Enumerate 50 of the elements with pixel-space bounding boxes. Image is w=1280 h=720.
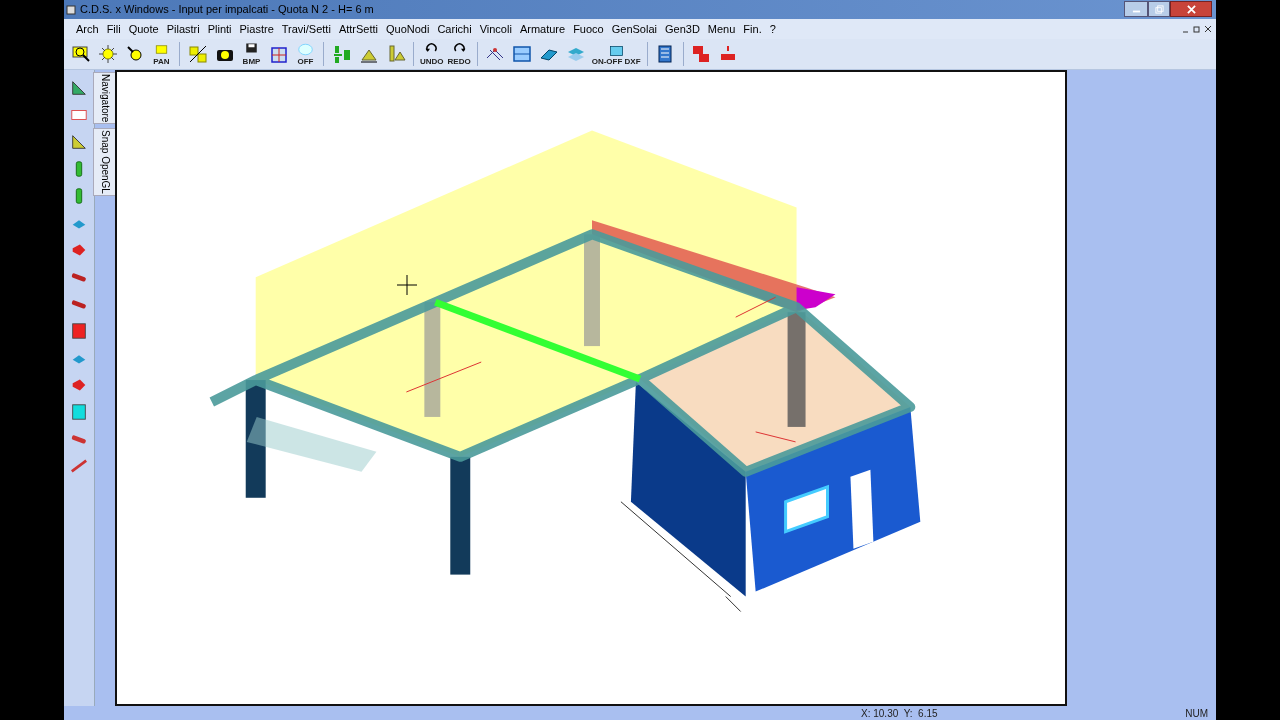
panel-icon [70, 403, 88, 421]
window-title: C.D.S. x Windows - Input per impalcati - Quota N 2 - H= 6 m [80, 2, 374, 18]
cloud-icon [298, 42, 313, 57]
drawing-canvas[interactable] [115, 70, 1067, 706]
menu-item[interactable]: GenSolai [609, 20, 659, 38]
menu-item[interactable]: Plinti [205, 20, 234, 38]
toolbar-button[interactable]: BMP [239, 40, 264, 68]
menu-item[interactable]: Armature [517, 20, 568, 38]
frame-icon [268, 44, 289, 64]
menu-item[interactable]: Vincoli [477, 20, 514, 38]
menu-item[interactable]: Fin. [741, 20, 764, 38]
grid-icon [512, 44, 533, 64]
zoom-window-icon [70, 44, 91, 64]
restore-icon [1154, 4, 1164, 14]
menu-item[interactable]: Gen3D [662, 20, 702, 38]
close-icon[interactable] [1204, 25, 1212, 33]
menu-item[interactable]: QuoNodi [384, 20, 432, 38]
sun-icon [97, 44, 118, 64]
menu-item[interactable]: ? [767, 20, 778, 38]
restore-icon[interactable] [1193, 25, 1201, 33]
minimize-icon [1131, 10, 1141, 13]
menu-item[interactable]: Piastre [237, 20, 276, 38]
menu-item[interactable]: Carichi [435, 20, 474, 38]
minimize-icon[interactable] [1182, 31, 1190, 33]
menu-item[interactable]: Quote [126, 20, 161, 38]
square-icon [70, 322, 88, 340]
menu-item[interactable]: Pilastri [164, 20, 202, 38]
menu-item[interactable]: Menu [705, 20, 738, 38]
menu-item[interactable]: Fili [104, 20, 123, 38]
menu-item[interactable]: Fuoco [571, 20, 606, 38]
toolbar-button[interactable]: OFF [293, 40, 318, 68]
boxes-icon [187, 44, 208, 64]
close-icon [1186, 4, 1196, 14]
menu-item[interactable]: Arch [74, 20, 101, 38]
stacked-boxes-icon [691, 44, 712, 64]
menu-item[interactable]: Travi/Setti [279, 20, 333, 38]
toolbar-button[interactable]: ON-OFF DXF [590, 40, 642, 68]
close-button[interactable] [1170, 1, 1212, 17]
magnifier-icon [124, 44, 145, 64]
menu-item[interactable]: AttrSetti [336, 20, 380, 38]
crosshair-cursor-icon [397, 275, 417, 295]
restore-button[interactable] [1148, 1, 1170, 17]
fraction-icon [331, 44, 352, 64]
coordinates-readout: X: 10.30 Y: 6.15 [861, 706, 938, 720]
minimize-button[interactable] [1124, 1, 1148, 17]
num-lock-indicator: NUM [1185, 706, 1208, 720]
app-icon [66, 4, 76, 15]
toolbar-button[interactable]: UNDO [419, 40, 445, 68]
toolbar-button[interactable]: PAN [149, 40, 174, 68]
toolbar-button[interactable]: REDO [446, 40, 472, 68]
